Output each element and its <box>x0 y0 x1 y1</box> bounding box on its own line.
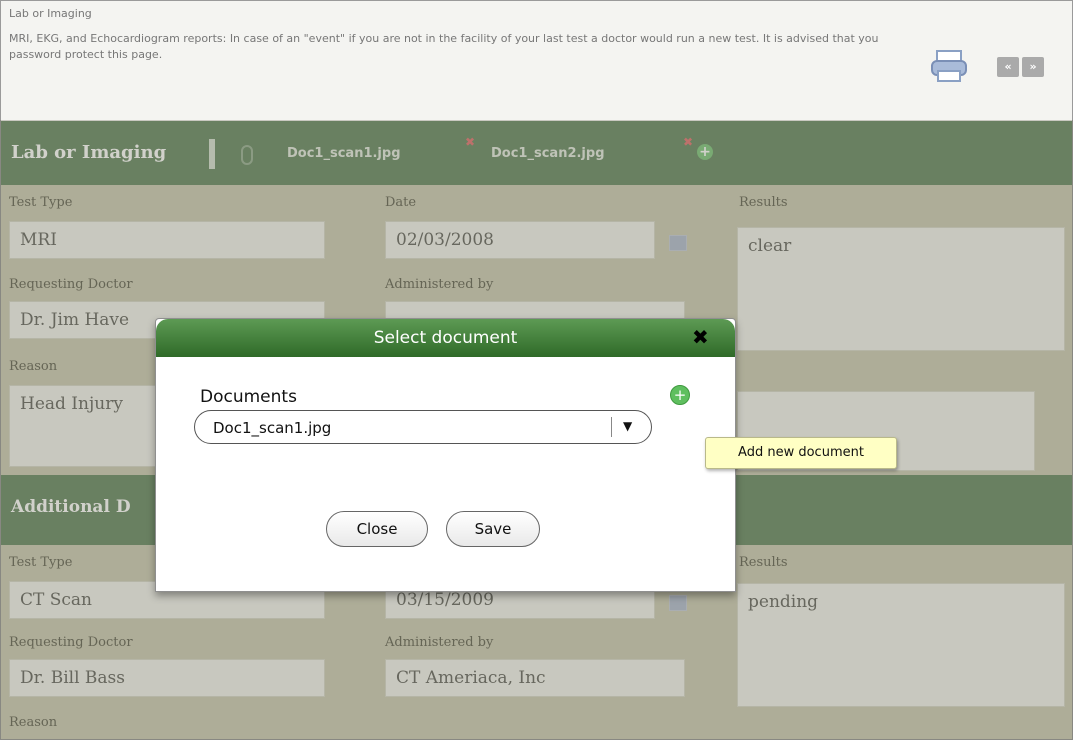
add-document-tooltip: Add new document <box>705 437 897 469</box>
select-document-dialog: Select document ✖ Documents + Doc1_scan1… <box>155 318 736 592</box>
chevron-down-icon[interactable]: ▼ <box>623 419 632 433</box>
prev-button[interactable]: « <box>997 57 1019 77</box>
selected-document: Doc1_scan1.jpg <box>213 419 332 437</box>
select-divider <box>611 417 612 437</box>
documents-label: Documents <box>200 387 297 407</box>
printer-icon[interactable] <box>929 49 969 83</box>
document-select[interactable]: Doc1_scan1.jpg ▼ <box>194 410 652 444</box>
breadcrumb: Lab or Imaging <box>9 7 92 20</box>
add-document-icon[interactable]: + <box>670 385 690 405</box>
dialog-header: Select document ✖ <box>156 319 735 357</box>
close-icon[interactable]: ✖ <box>692 325 709 349</box>
next-button[interactable]: » <box>1022 57 1044 77</box>
close-button[interactable]: Close <box>326 511 428 547</box>
save-button[interactable]: Save <box>446 511 540 547</box>
page-description: MRI, EKG, and Echocardiogram reports: In… <box>9 32 879 61</box>
dialog-title: Select document <box>373 328 518 348</box>
